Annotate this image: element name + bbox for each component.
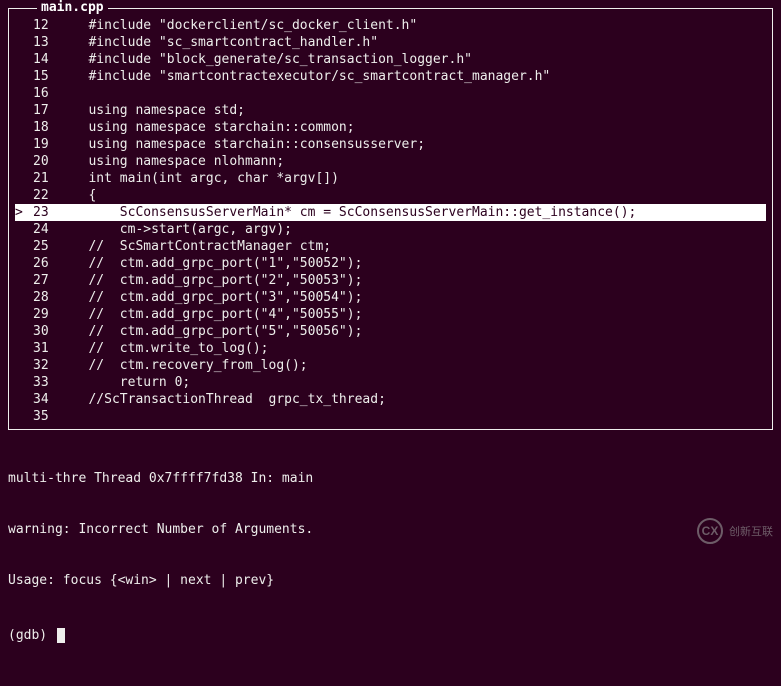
code-line: 26 // ctm.add_grpc_port("1","50052"); — [15, 255, 766, 272]
code-content: #include "sc_smartcontract_handler.h" — [65, 34, 766, 51]
line-number: 23 — [33, 204, 65, 221]
code-content: #include "block_generate/sc_transaction_… — [65, 51, 766, 68]
code-line: 33 return 0; — [15, 374, 766, 391]
code-content: // ctm.add_grpc_port("5","50056"); — [65, 323, 766, 340]
code-line: 28 // ctm.add_grpc_port("3","50054"); — [15, 289, 766, 306]
line-number: 25 — [33, 238, 65, 255]
gdb-prompt: (gdb) — [8, 627, 55, 644]
code-line: 15 #include "smartcontractexecutor/sc_sm… — [15, 68, 766, 85]
code-content: // ctm.add_grpc_port("4","50055"); — [65, 306, 766, 323]
filename-tab: main.cpp — [37, 0, 108, 15]
breakpoint-gutter[interactable]: > — [15, 204, 33, 221]
code-line: 18 using namespace starchain::common; — [15, 119, 766, 136]
code-content: #include "smartcontractexecutor/sc_smart… — [65, 68, 766, 85]
code-line: 31 // ctm.write_to_log(); — [15, 340, 766, 357]
watermark-text: 创新互联 — [729, 523, 773, 539]
watermark: CX 创新互联 — [697, 518, 773, 544]
code-content: // ctm.add_grpc_port("1","50052"); — [65, 255, 766, 272]
line-number: 17 — [33, 102, 65, 119]
line-number: 28 — [33, 289, 65, 306]
code-content: #include "dockerclient/sc_docker_client.… — [65, 17, 766, 34]
code-content: // ctm.add_grpc_port("2","50053"); — [65, 272, 766, 289]
gdb-prompt-line[interactable]: (gdb) — [8, 627, 773, 644]
line-number: 27 — [33, 272, 65, 289]
code-content: //ScTransactionThread grpc_tx_thread; — [65, 391, 766, 408]
code-line: > 23 ScConsensusServerMain* cm = ScConse… — [15, 204, 766, 221]
line-number: 30 — [33, 323, 65, 340]
code-line: 13 #include "sc_smartcontract_handler.h" — [15, 34, 766, 51]
code-content: // ctm.recovery_from_log(); — [65, 357, 766, 374]
code-line: 29 // ctm.add_grpc_port("4","50055"); — [15, 306, 766, 323]
code-content: using namespace nlohmann; — [65, 153, 766, 170]
code-line: 30 // ctm.add_grpc_port("5","50056"); — [15, 323, 766, 340]
code-content: return 0; — [65, 374, 766, 391]
code-content: using namespace starchain::common; — [65, 119, 766, 136]
line-number: 32 — [33, 357, 65, 374]
code-line: 17 using namespace std; — [15, 102, 766, 119]
thread-status-line: multi-thre Thread 0x7ffff7fd38 In: main — [8, 470, 773, 487]
line-number: 13 — [33, 34, 65, 51]
code-line: 19 using namespace starchain::consensuss… — [15, 136, 766, 153]
line-number: 35 — [33, 408, 65, 425]
code-content: // ctm.add_grpc_port("3","50054"); — [65, 289, 766, 306]
code-line: 12 #include "dockerclient/sc_docker_clie… — [15, 17, 766, 34]
terminal-cursor — [57, 628, 65, 643]
line-number: 21 — [33, 170, 65, 187]
source-frame: main.cpp 12 #include "dockerclient/sc_do… — [8, 8, 773, 430]
code-area[interactable]: 12 #include "dockerclient/sc_docker_clie… — [15, 17, 766, 425]
line-number: 16 — [33, 85, 65, 102]
warning-line: warning: Incorrect Number of Arguments. — [8, 521, 773, 538]
line-number: 14 — [33, 51, 65, 68]
line-number: 24 — [33, 221, 65, 238]
line-number: 18 — [33, 119, 65, 136]
terminal-container: main.cpp 12 #include "dockerclient/sc_do… — [0, 0, 781, 686]
line-number: 26 — [33, 255, 65, 272]
status-section: multi-thre Thread 0x7ffff7fd38 In: main … — [8, 436, 773, 678]
code-line: 20 using namespace nlohmann; — [15, 153, 766, 170]
code-line: 34 //ScTransactionThread grpc_tx_thread; — [15, 391, 766, 408]
code-line: 25 // ScSmartContractManager ctm; — [15, 238, 766, 255]
code-line: 14 #include "block_generate/sc_transacti… — [15, 51, 766, 68]
usage-line: Usage: focus {<win> | next | prev} — [8, 572, 773, 589]
code-content: { — [65, 187, 766, 204]
watermark-icon: CX — [697, 518, 723, 544]
line-number: 20 — [33, 153, 65, 170]
code-line: 35 — [15, 408, 766, 425]
code-content: int main(int argc, char *argv[]) — [65, 170, 766, 187]
code-line: 22 { — [15, 187, 766, 204]
code-line: 21 int main(int argc, char *argv[]) — [15, 170, 766, 187]
line-number: 15 — [33, 68, 65, 85]
code-content: using namespace std; — [65, 102, 766, 119]
code-content: using namespace starchain::consensusserv… — [65, 136, 766, 153]
line-number: 33 — [33, 374, 65, 391]
code-line: 24 cm->start(argc, argv); — [15, 221, 766, 238]
line-number: 19 — [33, 136, 65, 153]
line-number: 29 — [33, 306, 65, 323]
line-number: 12 — [33, 17, 65, 34]
code-line: 27 // ctm.add_grpc_port("2","50053"); — [15, 272, 766, 289]
code-content: // ctm.write_to_log(); — [65, 340, 766, 357]
code-content: cm->start(argc, argv); — [65, 221, 766, 238]
code-content: // ScSmartContractManager ctm; — [65, 238, 766, 255]
code-line: 32 // ctm.recovery_from_log(); — [15, 357, 766, 374]
code-content: ScConsensusServerMain* cm = ScConsensusS… — [65, 204, 766, 221]
line-number: 34 — [33, 391, 65, 408]
line-number: 31 — [33, 340, 65, 357]
line-number: 22 — [33, 187, 65, 204]
code-line: 16 — [15, 85, 766, 102]
